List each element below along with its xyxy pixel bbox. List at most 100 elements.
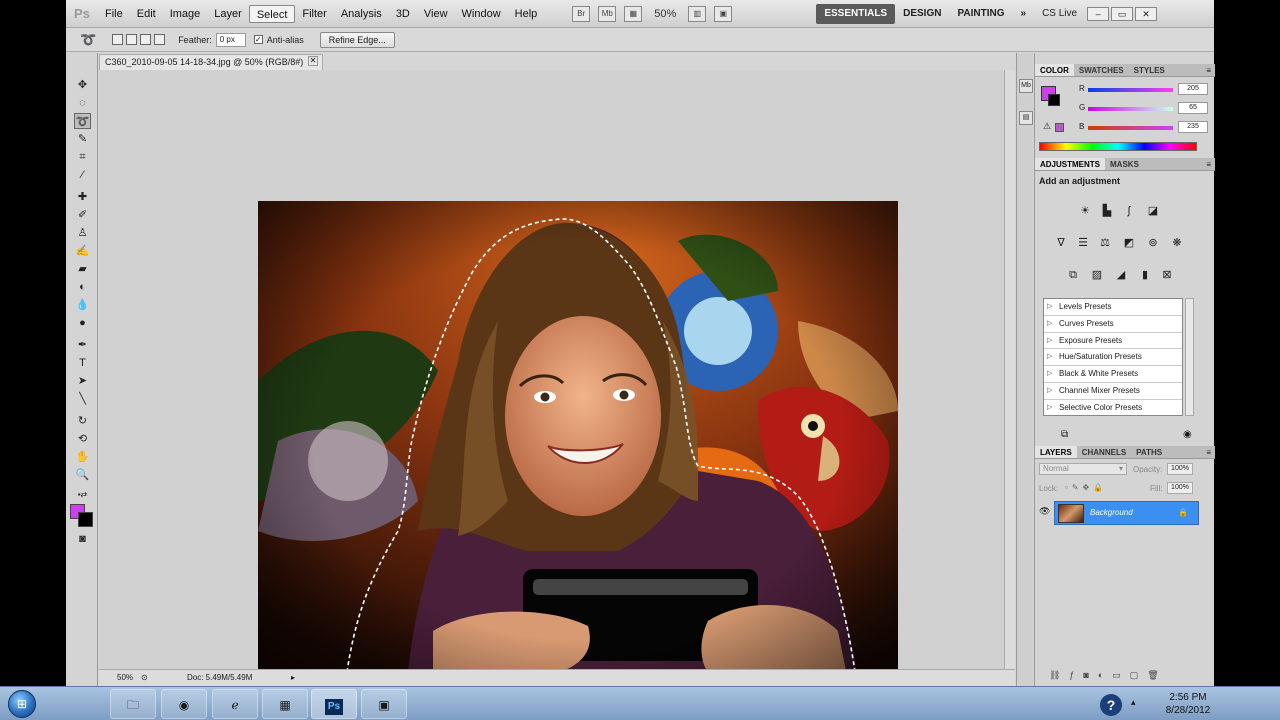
expand-triangle-icon[interactable]: ▷ <box>1047 316 1059 332</box>
lasso-tool-preset-icon[interactable]: ➰ <box>80 32 96 48</box>
dodge-tool-icon[interactable]: ● <box>74 315 91 331</box>
color-bg-swatch[interactable] <box>1048 94 1060 106</box>
minibridge-icon[interactable]: Mb <box>598 5 617 22</box>
eyedropper-tool-icon[interactable]: ⁄ <box>74 167 91 183</box>
minimize-icon[interactable]: – <box>1087 6 1110 21</box>
tab-paths[interactable]: PATHS <box>1131 446 1167 458</box>
minibridge-panel-icon[interactable]: Mb <box>1019 79 1033 93</box>
gradient-tool-icon[interactable]: ◐ <box>74 279 91 295</box>
crop-tool-icon[interactable]: ⌗ <box>74 149 91 165</box>
slider-r-value[interactable]: 205 <box>1178 83 1208 95</box>
clock[interactable]: 2:56 PM 8/28/2012 <box>1148 691 1228 717</box>
workspace-essentials[interactable]: ESSENTIALS <box>816 3 896 24</box>
workspace-design[interactable]: DESIGN <box>895 4 949 24</box>
new-selection-icon[interactable] <box>112 34 124 45</box>
menu-edit[interactable]: Edit <box>130 5 163 23</box>
photoshop-taskbar-icon[interactable]: Ps <box>311 689 357 719</box>
screen-mode-icon[interactable]: ▣ <box>714 5 733 22</box>
restore-icon[interactable]: ▭ <box>1111 6 1134 21</box>
clone-stamp-tool-icon[interactable]: ♙ <box>74 225 91 241</box>
explorer-taskbar-icon[interactable]: 🗀 <box>110 689 156 719</box>
layer-row[interactable]: Background 🔒 <box>1054 501 1199 525</box>
tool-presets-panel-icon[interactable]: ▤ <box>1019 111 1033 125</box>
brush-tool-icon[interactable]: ✐ <box>74 207 91 223</box>
tab-swatches[interactable]: SWATCHES <box>1074 64 1129 76</box>
help-tray-icon[interactable]: ? <box>1100 694 1122 716</box>
slider-b-track[interactable] <box>1088 126 1173 130</box>
layer-visibility-eye-icon[interactable]: 👁 <box>1039 506 1050 517</box>
marquee-tool-icon[interactable]: ◌ <box>74 95 91 111</box>
exposure-icon[interactable]: ◪ <box>1145 204 1161 218</box>
tab-adjustments[interactable]: ADJUSTMENTS <box>1035 158 1106 170</box>
eraser-tool-icon[interactable]: ▰ <box>74 261 91 277</box>
3d-rotate-tool-icon[interactable]: ↻ <box>74 413 91 429</box>
expand-triangle-icon[interactable]: ▷ <box>1047 366 1059 382</box>
hand-tool-icon[interactable]: ✋ <box>74 449 91 465</box>
pen-tool-icon[interactable]: ✒ <box>74 337 91 353</box>
adjustments-panel-menu-icon[interactable]: ≡ <box>1206 158 1215 170</box>
path-selection-tool-icon[interactable]: ➤ <box>74 373 91 389</box>
tab-channels[interactable]: CHANNELS <box>1077 446 1131 458</box>
workspace-painting[interactable]: PAINTING <box>949 4 1012 24</box>
photo-filter-icon[interactable]: ⊚ <box>1145 236 1161 250</box>
hue-saturation-icon[interactable]: ☰ <box>1075 236 1091 250</box>
menu-image[interactable]: Image <box>163 5 208 23</box>
layers-panel-menu-icon[interactable]: ≡ <box>1206 446 1215 458</box>
line-tool-icon[interactable]: ╲ <box>74 391 91 407</box>
lasso-tool-icon[interactable]: ➰ <box>74 113 91 129</box>
tab-color[interactable]: COLOR <box>1035 64 1074 76</box>
gamut-color-chip[interactable] <box>1055 123 1064 132</box>
channel-mixer-icon[interactable]: ❋ <box>1169 236 1185 250</box>
selective-color-icon[interactable]: ⊠ <box>1159 268 1175 282</box>
zoom-level[interactable]: 50% <box>654 8 676 20</box>
menu-layer[interactable]: Layer <box>207 5 249 23</box>
list-item[interactable]: ▷ Channel Mixer Presets <box>1044 383 1182 400</box>
brightness-contrast-icon[interactable]: ☀ <box>1077 204 1093 218</box>
tab-styles[interactable]: STYLES <box>1129 64 1170 76</box>
menu-view[interactable]: View <box>417 5 455 23</box>
status-info-icon[interactable]: ⊙ <box>141 670 148 686</box>
color-panel-menu-icon[interactable]: ≡ <box>1206 64 1215 76</box>
expand-triangle-icon[interactable]: ▷ <box>1047 349 1059 365</box>
quick-mask-icon[interactable]: ◙ <box>74 531 91 547</box>
chrome-taskbar-icon[interactable]: ◉ <box>161 689 207 719</box>
feather-input[interactable]: 0 px <box>215 32 246 47</box>
tray-arrow-icon[interactable]: ▴ <box>1131 697 1136 708</box>
quick-selection-tool-icon[interactable]: ✎ <box>74 131 91 147</box>
slider-b-value[interactable]: 235 <box>1178 121 1208 133</box>
bridge-icon[interactable]: Br <box>572 5 591 22</box>
slider-g-track[interactable] <box>1088 107 1173 111</box>
blur-tool-icon[interactable]: 💧 <box>74 297 91 313</box>
intersect-selection-icon[interactable] <box>154 34 166 45</box>
expand-triangle-icon[interactable]: ▷ <box>1047 333 1059 349</box>
expand-triangle-icon[interactable]: ▷ <box>1047 383 1059 399</box>
status-zoom[interactable]: 50% <box>117 670 133 686</box>
calculator-taskbar-icon[interactable]: ▦ <box>262 689 308 719</box>
adjustments-footer-left-icon[interactable]: ⧉ <box>1061 429 1068 440</box>
type-tool-icon[interactable]: T <box>74 355 91 371</box>
levels-icon[interactable]: ▙ <box>1099 204 1115 218</box>
list-item[interactable]: ▷ Selective Color Presets <box>1044 400 1182 417</box>
vertical-scrollbar[interactable] <box>1004 70 1015 669</box>
color-spectrum-bar[interactable] <box>1039 142 1197 151</box>
refine-edge-button[interactable]: Refine Edge... <box>319 31 395 48</box>
list-item[interactable]: ▷ Hue/Saturation Presets <box>1044 349 1182 367</box>
expand-triangle-icon[interactable]: ▷ <box>1047 299 1059 315</box>
slider-g[interactable]: G 65 <box>1079 102 1215 115</box>
tab-masks[interactable]: MASKS <box>1105 158 1144 170</box>
slider-b[interactable]: B 235 <box>1079 121 1215 134</box>
adjustments-footer-right-icon[interactable]: ◉ <box>1183 429 1192 440</box>
arrange-documents-icon[interactable]: ▥ <box>688 5 707 22</box>
menu-filter[interactable]: Filter <box>295 5 333 23</box>
history-brush-tool-icon[interactable]: ✍ <box>74 243 91 259</box>
color-balance-icon[interactable]: ⚖ <box>1097 236 1113 250</box>
cs-live-button[interactable]: CS Live <box>1034 4 1085 24</box>
close-icon[interactable]: ✕ <box>1135 6 1158 21</box>
start-button[interactable]: ⊞ <box>8 690 36 718</box>
menu-select[interactable]: Select <box>248 4 296 23</box>
slider-g-value[interactable]: 65 <box>1178 102 1208 114</box>
slider-r-track[interactable] <box>1088 88 1173 92</box>
document-close-icon[interactable]: ✕ <box>308 56 318 66</box>
spot-healing-tool-icon[interactable]: ✚ <box>74 189 91 205</box>
expand-triangle-icon[interactable]: ▷ <box>1047 400 1059 417</box>
